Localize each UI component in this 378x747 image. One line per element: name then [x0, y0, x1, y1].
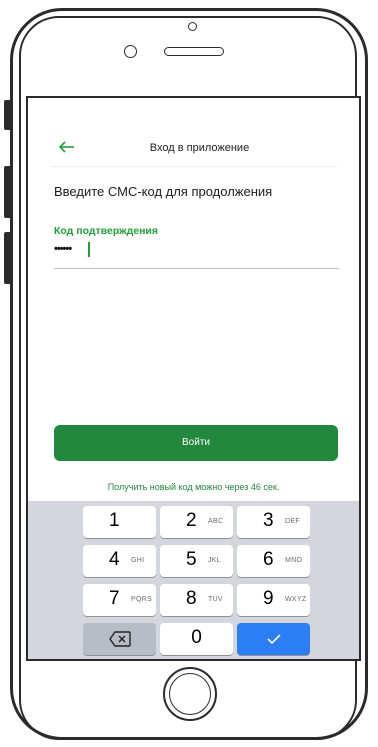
volume-up-button	[4, 166, 11, 218]
key-9[interactable]: 9 WXYZ	[237, 584, 310, 616]
key-digit: 7	[109, 588, 120, 609]
key-1[interactable]: 1	[83, 506, 156, 538]
earpiece-speaker	[164, 47, 224, 56]
key-letters: ABC	[208, 518, 224, 525]
key-letters: DEF	[285, 518, 300, 525]
key-letters: MNO	[285, 557, 303, 564]
confirm-key[interactable]	[237, 623, 310, 655]
key-digit: 8	[186, 588, 197, 609]
key-letters: GHI	[131, 557, 145, 564]
key-digit: 9	[263, 588, 274, 609]
text-caret	[88, 242, 90, 257]
key-2[interactable]: 2 ABC	[160, 506, 233, 538]
key-6[interactable]: 6 MNO	[237, 545, 310, 577]
key-7[interactable]: 7 PQRS	[83, 584, 156, 616]
key-3[interactable]: 3 DEF	[237, 506, 310, 538]
key-letters: PQRS	[131, 596, 153, 603]
page-title: Вход в приложение	[149, 142, 250, 154]
home-button[interactable]	[163, 667, 217, 721]
checkmark-icon	[237, 623, 310, 655]
key-digit: 4	[109, 549, 120, 570]
delete-key[interactable]	[83, 623, 156, 655]
key-4[interactable]: 4 GHI	[83, 545, 156, 577]
header: Вход в приложение	[28, 138, 359, 166]
key-digit: 2	[186, 510, 197, 531]
mute-switch	[4, 100, 11, 130]
key-letters: TUV	[208, 596, 223, 603]
key-digit: 3	[263, 510, 274, 531]
key-digit: 6	[263, 549, 274, 570]
key-digit: 0	[191, 627, 202, 648]
home-button-ring	[169, 673, 211, 715]
code-input[interactable]: ••••••	[54, 243, 72, 255]
key-digit: 1	[109, 510, 120, 531]
header-divider	[50, 166, 337, 167]
instruction-text: Введите СМС-код для продолжения	[54, 184, 273, 199]
key-0[interactable]: 0	[160, 623, 233, 655]
login-button[interactable]: Войти	[54, 425, 338, 461]
front-camera	[124, 45, 137, 58]
code-field-label: Код подтверждения	[54, 225, 158, 237]
app-screen: Вход в приложение Введите СМС-код для пр…	[26, 96, 361, 661]
key-8[interactable]: 8 TUV	[160, 584, 233, 616]
sensor-dot	[188, 22, 197, 31]
key-letters: JKL	[208, 557, 221, 564]
resend-timer-text: Получить новый код можно через 46 сек.	[107, 482, 280, 492]
key-5[interactable]: 5 JKL	[160, 545, 233, 577]
key-letters: WXYZ	[285, 596, 307, 603]
code-field-underline	[54, 268, 339, 269]
key-digit: 5	[186, 549, 197, 570]
numeric-keypad: 1 2 ABC 3 DEF 4 GHI 5 JKL 6 MNO 7 PQRS 8…	[28, 501, 359, 659]
volume-down-button	[4, 232, 11, 284]
backspace-icon	[83, 623, 156, 655]
